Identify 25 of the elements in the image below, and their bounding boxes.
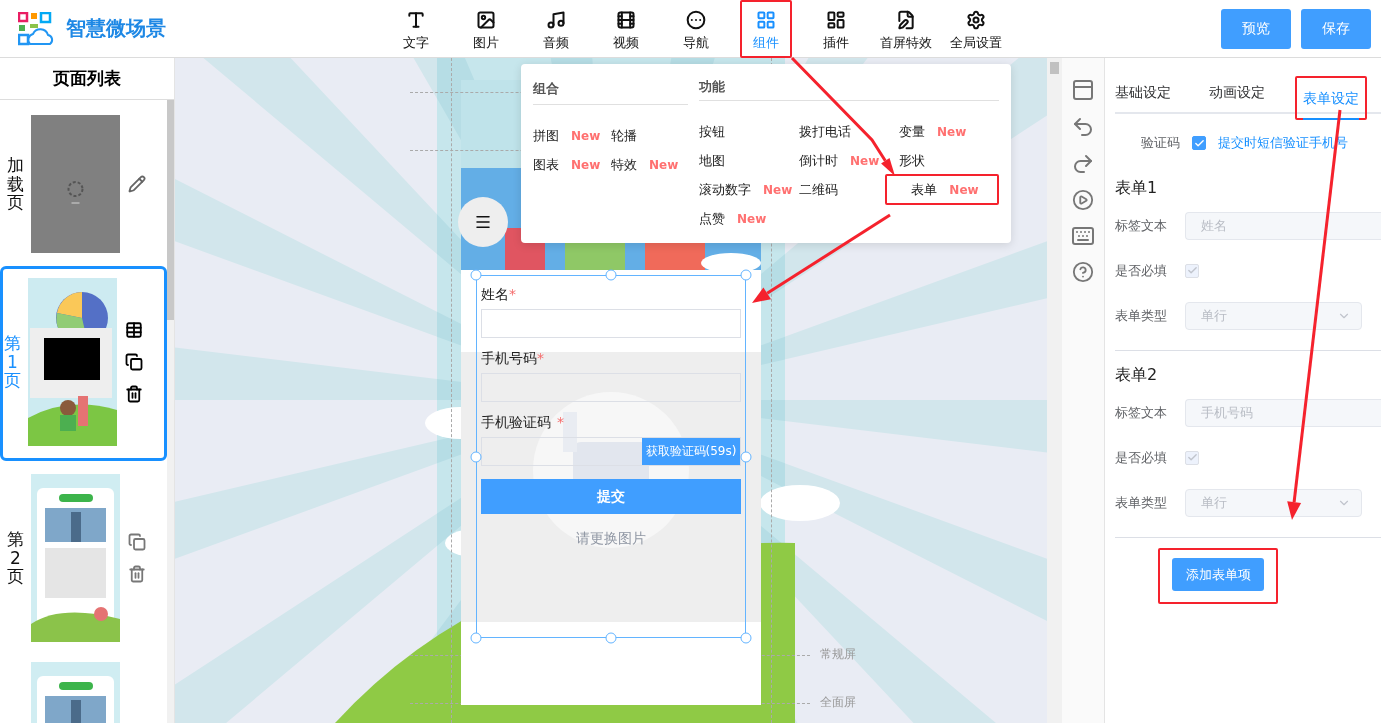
field-caption: 标签文本 [1115,403,1168,422]
section-title: 表单1 [1115,178,1159,199]
toolbar-button[interactable]: 首屏特效 [876,0,936,58]
field-caption: 表单类型 [1115,306,1168,325]
page-item[interactable]: 加载页 [0,108,168,260]
toolbar-button[interactable]: 文字 [392,0,440,58]
field-caption: 是否必填 [1115,261,1168,280]
field-caption: 是否必填 [1115,448,1168,467]
page-label: 第2页 [7,529,24,587]
page-label: 第1页 [4,333,21,391]
toolbar-button[interactable]: 导航 [672,0,720,58]
toolbar-button[interactable]: 全局设置 [946,0,1006,58]
settings-tab[interactable]: 基础设定 [1115,84,1171,114]
page-label: 加载页 [7,155,24,213]
sidebar-title: 页面列表 [0,58,174,100]
field-caption: 表单类型 [1115,493,1168,512]
field-caption: 验证码 [1141,134,1180,152]
section-title: 表单2 [1115,365,1159,386]
toolbar-button[interactable]: 音频 [532,0,580,58]
toolbar-button[interactable]: 图片 [462,0,510,58]
toolbar-button[interactable]: 视频 [602,0,650,58]
app-title: 智慧微场景 [66,15,166,42]
settings-tab[interactable]: 动画设定 [1209,84,1265,114]
field-caption: 标签文本 [1115,216,1168,235]
toolbar-button[interactable]: 插件 [812,0,860,58]
